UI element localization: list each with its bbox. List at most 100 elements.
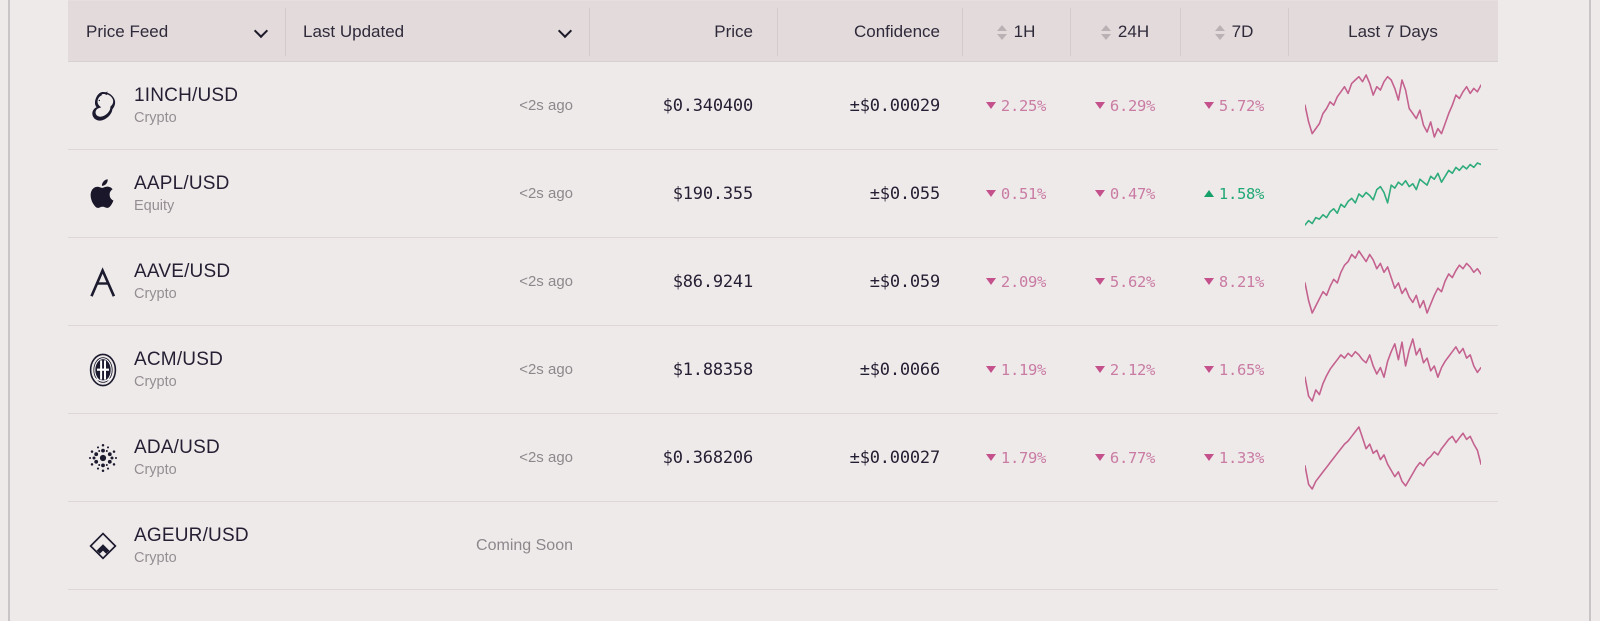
last-updated-value: <2s ago (519, 273, 573, 290)
price-feed-cell[interactable]: AGEUR/USD Crypto (68, 525, 285, 566)
last-updated-value: <2s ago (519, 361, 573, 378)
last-updated-cell: <2s ago (285, 449, 589, 466)
last-updated-cell: <2s ago (285, 97, 589, 114)
feed-symbol: ADA/USD (134, 437, 220, 458)
aave-icon (90, 266, 116, 297)
ac-milan-icon (89, 353, 117, 386)
triangle-down-icon (1094, 366, 1105, 373)
feed-symbol: AAVE/USD (134, 261, 231, 282)
last-updated-cell: Coming Soon (285, 537, 589, 555)
triangle-down-icon (985, 366, 996, 373)
change-d7: 1.33% (1180, 449, 1288, 467)
angle-ageur-icon (89, 531, 117, 560)
column-header-1h[interactable]: 1H (962, 1, 1070, 63)
price-feed-cell[interactable]: AAPL/USD Equity (68, 173, 285, 214)
change-h24: 5.62% (1070, 273, 1180, 291)
triangle-down-icon (1203, 366, 1214, 373)
price-feed-cell[interactable]: AAVE/USD Crypto (68, 261, 285, 302)
last-updated-cell: <2s ago (285, 361, 589, 378)
confidence-cell: ±$0.055 (869, 183, 940, 204)
table-row[interactable]: 1INCH/USD Crypto <2s ago $0.340400 ±$0.0… (68, 62, 1498, 150)
change-h1: 2.09% (962, 273, 1070, 291)
change-d7: 1.65% (1180, 361, 1288, 379)
price-feed-cell[interactable]: ACM/USD Crypto (68, 349, 285, 390)
last-updated-value: <2s ago (519, 185, 573, 202)
apple-icon (86, 177, 120, 211)
table-row[interactable]: AGEUR/USD Crypto Coming Soon (68, 502, 1498, 590)
triangle-down-icon (985, 190, 996, 197)
confidence-cell: ±$0.00027 (849, 447, 941, 468)
unicorn-1inch-icon (86, 89, 120, 123)
change-h24: 6.29% (1070, 97, 1180, 115)
triangle-down-icon (1203, 278, 1214, 285)
sparkline-chart (1305, 73, 1481, 138)
sort-icon[interactable] (996, 24, 1007, 40)
table-row[interactable]: ACM/USD Crypto <2s ago $1.88358 ±$0.0066… (68, 326, 1498, 414)
price-cell: $190.355 (672, 183, 753, 204)
feed-asset-class: Crypto (134, 110, 177, 126)
change-h24: 2.12% (1070, 361, 1180, 379)
triangle-up-icon (1203, 190, 1214, 197)
last-7-days-cell (1288, 335, 1498, 405)
table-row[interactable]: AAVE/USD Crypto <2s ago $86.9241 ±$0.059… (68, 238, 1498, 326)
price-feed-cell[interactable]: 1INCH/USD Crypto (68, 85, 285, 126)
column-header-price: Price (589, 1, 777, 63)
triangle-down-icon (985, 278, 996, 285)
change-h1: 0.51% (962, 185, 1070, 203)
ac-milan-icon (86, 353, 120, 387)
last-updated-value: <2s ago (519, 449, 573, 466)
change-d7: 8.21% (1180, 273, 1288, 291)
column-header-confidence: Confidence (777, 1, 962, 63)
feed-asset-class: Crypto (134, 462, 177, 478)
column-label-price-feed: Price Feed (86, 22, 169, 41)
column-label-price: Price (714, 22, 753, 41)
triangle-down-icon (985, 102, 996, 109)
triangle-down-icon (1203, 454, 1214, 461)
price-feeds-page: Price Feed Last Updated Price Confidence … (0, 0, 1600, 621)
last-7-days-cell (1288, 159, 1498, 229)
price-cell: $0.368206 (662, 447, 754, 468)
change-h1: 2.25% (962, 97, 1070, 115)
last-updated-value: <2s ago (519, 97, 573, 114)
triangle-down-icon (1094, 454, 1105, 461)
column-header-7d[interactable]: 7D (1180, 1, 1288, 63)
column-label-24h: 24H (1117, 22, 1150, 41)
table-row[interactable]: AAPL/USD Equity <2s ago $190.355 ±$0.055… (68, 150, 1498, 238)
column-label-1h: 1H (1013, 22, 1036, 41)
feed-symbol: ACM/USD (134, 349, 224, 370)
price-feed-cell[interactable]: ADA/USD Crypto (68, 437, 285, 478)
confidence-cell: ±$0.059 (869, 271, 940, 292)
change-d7: 1.58% (1180, 185, 1288, 203)
chevron-down-icon[interactable] (559, 25, 573, 39)
triangle-down-icon (1094, 102, 1105, 109)
aave-icon (86, 265, 120, 299)
price-cell: $0.340400 (662, 95, 754, 116)
column-header-price-feed[interactable]: Price Feed (68, 1, 285, 63)
cardano-icon (88, 443, 118, 472)
column-label-confidence: Confidence (853, 22, 940, 41)
column-label-last-7-days: Last 7 Days (1348, 22, 1438, 41)
change-h1: 1.79% (962, 449, 1070, 467)
sparkline-chart (1305, 249, 1481, 314)
table-row[interactable]: ADA/USD Crypto <2s ago $0.368206 ±$0.000… (68, 414, 1498, 502)
column-header-24h[interactable]: 24H (1070, 1, 1180, 63)
column-header-last-updated[interactable]: Last Updated (285, 1, 589, 63)
last-updated-cell: <2s ago (285, 185, 589, 202)
last-7-days-cell (1288, 247, 1498, 317)
chevron-down-icon[interactable] (255, 25, 269, 39)
table-body: 1INCH/USD Crypto <2s ago $0.340400 ±$0.0… (68, 62, 1498, 590)
feed-asset-class: Equity (134, 198, 175, 214)
cardano-icon (86, 441, 120, 475)
triangle-down-icon (1094, 278, 1105, 285)
change-h1: 1.19% (962, 361, 1070, 379)
change-h24: 6.77% (1070, 449, 1180, 467)
angle-ageur-icon (86, 529, 120, 563)
price-cell: $86.9241 (672, 271, 753, 292)
column-label-last-updated: Last Updated (303, 22, 405, 41)
last-updated-cell: <2s ago (285, 273, 589, 290)
feed-symbol: AGEUR/USD (134, 525, 249, 546)
sort-icon[interactable] (1214, 24, 1225, 40)
last-7-days-cell (1288, 423, 1498, 493)
feed-asset-class: Crypto (134, 286, 177, 302)
sort-icon[interactable] (1100, 24, 1111, 40)
